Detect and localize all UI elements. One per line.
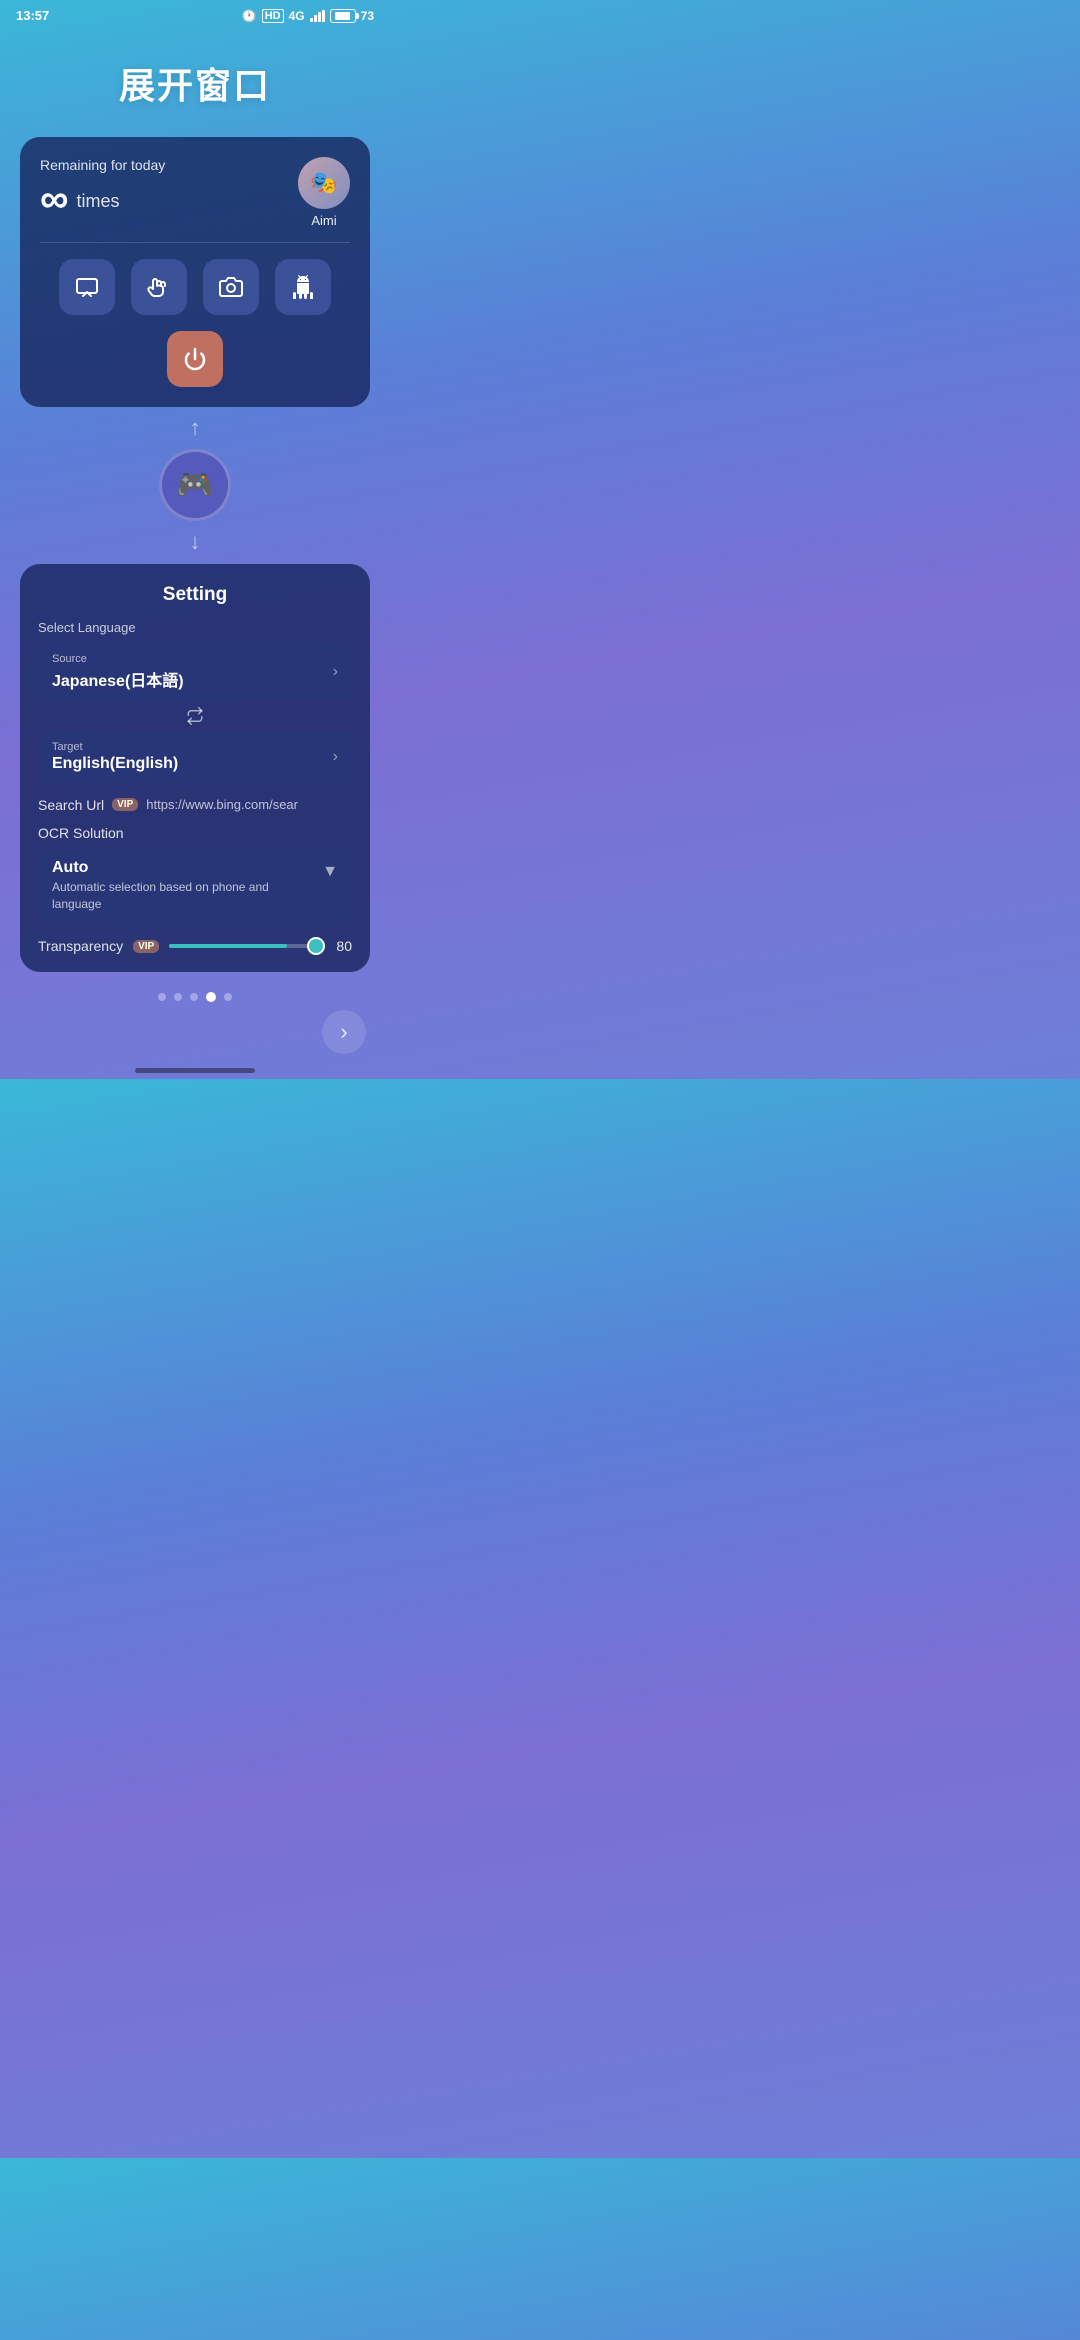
camera-icon bbox=[219, 275, 243, 299]
source-label: Source bbox=[52, 653, 184, 665]
home-indicator bbox=[135, 1068, 255, 1073]
target-chevron-icon: › bbox=[333, 748, 338, 766]
target-language-content: Target English(English) bbox=[52, 741, 178, 773]
avatar-emoji: 🎭 bbox=[310, 170, 337, 196]
bottom-row: › bbox=[0, 1010, 390, 1064]
arrow-up-connector: ↑ bbox=[0, 415, 390, 441]
target-label: Target bbox=[52, 741, 178, 753]
transparency-row: Transparency VIP 80 bbox=[38, 938, 352, 954]
touch-icon bbox=[147, 275, 171, 299]
source-chevron-icon: › bbox=[333, 663, 338, 681]
ocr-sub-value: Automatic selection based on phone and l… bbox=[52, 879, 282, 913]
icon-buttons-row bbox=[40, 259, 350, 315]
arrow-down-connector: ↓ bbox=[0, 529, 390, 555]
battery-icon bbox=[330, 9, 356, 23]
infinity-symbol: ∞ bbox=[40, 179, 69, 219]
source-language-content: Source Japanese(日本語) bbox=[52, 653, 184, 691]
page-dots bbox=[0, 992, 390, 1002]
dot-4-active[interactable] bbox=[206, 992, 216, 1002]
source-language-selector[interactable]: Source Japanese(日本語) › bbox=[38, 643, 352, 701]
card-divider bbox=[40, 242, 350, 243]
transparency-vip-badge: VIP bbox=[133, 940, 159, 953]
avatar[interactable]: 🎭 bbox=[298, 157, 350, 209]
transparency-slider[interactable] bbox=[169, 944, 316, 948]
next-button[interactable]: › bbox=[322, 1010, 366, 1054]
transparency-value: 80 bbox=[326, 938, 352, 954]
top-card: Remaining for today ∞ times 🎭 Aimi bbox=[20, 137, 370, 407]
setting-card: Setting Select Language Source Japanese(… bbox=[20, 564, 370, 973]
ocr-solution-content: Auto Automatic selection based on phone … bbox=[52, 859, 282, 913]
app-icon[interactable]: 🎮 bbox=[159, 449, 231, 521]
power-button[interactable] bbox=[167, 331, 223, 387]
touch-button[interactable] bbox=[131, 259, 187, 315]
battery-level: 73 bbox=[361, 9, 374, 23]
power-icon bbox=[183, 347, 207, 371]
clock-icon: 🕐 bbox=[242, 9, 257, 23]
android-icon bbox=[291, 275, 315, 299]
slider-thumb[interactable] bbox=[307, 937, 325, 955]
transparency-label: Transparency bbox=[38, 938, 123, 954]
screen-icon bbox=[75, 275, 99, 299]
ocr-chevron-down-icon: ▼ bbox=[322, 863, 338, 881]
select-language-label: Select Language bbox=[38, 620, 352, 635]
ocr-main-value: Auto bbox=[52, 859, 282, 877]
setting-title: Setting bbox=[38, 584, 352, 606]
next-icon: › bbox=[340, 1019, 347, 1045]
swap-languages-button[interactable] bbox=[38, 707, 352, 725]
signal-icon bbox=[310, 10, 325, 22]
network-type: 4G bbox=[289, 9, 305, 23]
android-button[interactable] bbox=[275, 259, 331, 315]
avatar-section[interactable]: 🎭 Aimi bbox=[298, 157, 350, 228]
page-title: 展开窗口 bbox=[0, 57, 390, 109]
screen-capture-button[interactable] bbox=[59, 259, 115, 315]
search-url-row: Search Url VIP https://www.bing.com/sear bbox=[38, 797, 352, 813]
card-header: Remaining for today ∞ times 🎭 Aimi bbox=[40, 157, 350, 228]
search-url-value[interactable]: https://www.bing.com/sear bbox=[146, 797, 352, 812]
hd-label: HD bbox=[262, 9, 284, 23]
status-bar: 13:57 🕐 HD 4G 73 bbox=[0, 0, 390, 27]
source-value: Japanese(日本語) bbox=[52, 667, 184, 691]
camera-button[interactable] bbox=[203, 259, 259, 315]
gamepad-icon: 🎮 bbox=[176, 468, 213, 503]
status-time: 13:57 bbox=[16, 8, 49, 23]
arrow-up-icon: ↑ bbox=[190, 415, 201, 441]
search-url-label: Search Url bbox=[38, 797, 104, 813]
search-url-vip-badge: VIP bbox=[112, 798, 138, 811]
dot-3[interactable] bbox=[190, 993, 198, 1001]
status-icons: 🕐 HD 4G 73 bbox=[242, 9, 374, 23]
remaining-label: Remaining for today bbox=[40, 157, 165, 173]
remaining-section: Remaining for today ∞ times bbox=[40, 157, 165, 219]
dot-5[interactable] bbox=[224, 993, 232, 1001]
power-button-wrap bbox=[40, 331, 350, 387]
dot-1[interactable] bbox=[158, 993, 166, 1001]
target-value: English(English) bbox=[52, 755, 178, 773]
swap-icon bbox=[186, 707, 204, 725]
dot-2[interactable] bbox=[174, 993, 182, 1001]
arrow-down-icon: ↓ bbox=[190, 529, 201, 555]
slider-fill bbox=[169, 944, 286, 948]
infinity-row: ∞ times bbox=[40, 179, 165, 219]
ocr-solution-label: OCR Solution bbox=[38, 825, 352, 841]
avatar-name: Aimi bbox=[311, 213, 336, 228]
times-label: times bbox=[77, 191, 120, 212]
ocr-solution-dropdown[interactable]: Auto Automatic selection based on phone … bbox=[38, 849, 352, 923]
target-language-selector[interactable]: Target English(English) › bbox=[38, 731, 352, 783]
